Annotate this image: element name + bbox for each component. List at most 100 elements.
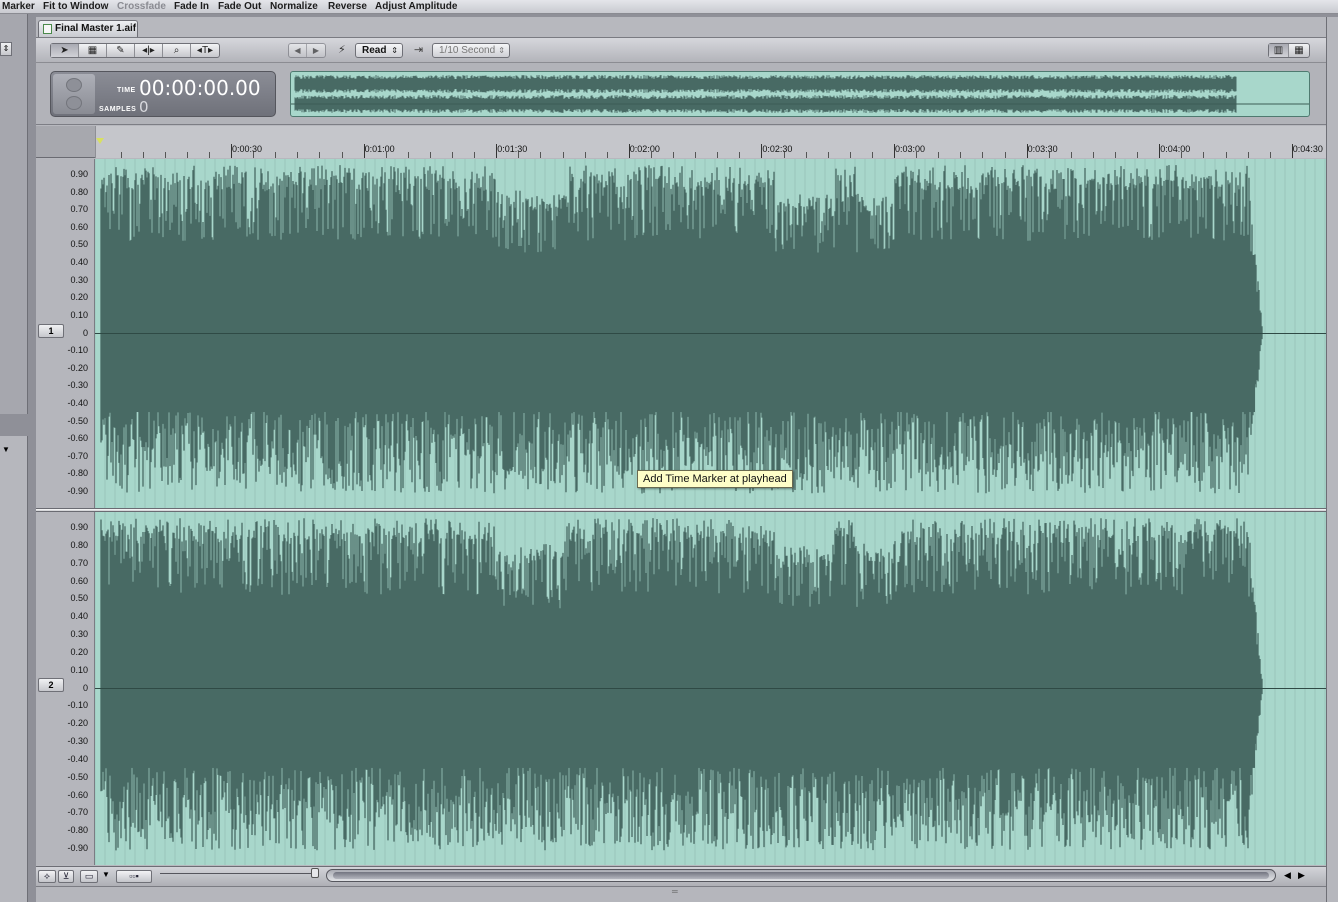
spectrum-view-button[interactable]: ▦ xyxy=(1289,44,1309,57)
zoom-slider[interactable] xyxy=(160,868,319,879)
ruler-menu-icon[interactable]: ▼ xyxy=(102,870,110,879)
amplitude-label: 0.10 xyxy=(70,309,88,320)
automation-mode-popup[interactable]: Read ⇕ xyxy=(355,43,403,58)
automation-icon: ⚡ xyxy=(338,44,346,56)
channel-tool-button[interactable]: ◂T▸ xyxy=(191,44,219,57)
action-bar: Marker Fit to Window Crossfade Fade In F… xyxy=(0,0,1338,14)
waveform-view-button[interactable]: ▥ xyxy=(1269,44,1289,57)
scroll-right-icon[interactable]: ▶ xyxy=(1298,870,1305,881)
ruler-minor-tick xyxy=(1092,152,1094,158)
left-panel-disclosure-icon[interactable]: ▼ xyxy=(0,444,12,458)
amplitude-label: -0.90 xyxy=(67,486,88,496)
next-marker-button[interactable]: ▶ xyxy=(307,44,325,57)
add-marker-button[interactable]: ⟡ xyxy=(38,870,56,883)
ruler-minor-tick xyxy=(1247,152,1249,158)
ruler-tick-label: 0:01:30 xyxy=(497,144,528,154)
scroll-left-icon[interactable]: ◀ xyxy=(1284,870,1291,881)
ruler-minor-tick xyxy=(562,152,564,158)
ruler-minor-tick xyxy=(849,152,851,158)
pencil-tool-button[interactable]: ✎ xyxy=(107,44,135,57)
snap-value-popup[interactable]: 1/10 Second ⇕ xyxy=(432,43,510,58)
amplitude-label: 0.90 xyxy=(70,522,88,532)
amplitude-label: -0.80 xyxy=(67,468,88,479)
fade-out-button[interactable]: Fade Out xyxy=(218,0,261,13)
samples-value: 0 xyxy=(139,98,149,116)
reverse-button[interactable]: Reverse xyxy=(328,0,367,13)
amplitude-label: -0.70 xyxy=(67,450,88,461)
ruler-minor-tick xyxy=(208,152,210,158)
ruler-minor-tick xyxy=(982,152,984,158)
ruler-minor-tick xyxy=(1137,152,1139,158)
ruler-minor-tick xyxy=(341,152,343,158)
adjust-amplitude-button[interactable]: Adjust Amplitude xyxy=(375,0,457,13)
record-indicator-icon[interactable] xyxy=(66,96,82,110)
horizontal-scrollbar[interactable] xyxy=(326,869,1276,882)
play-indicator-icon[interactable] xyxy=(66,78,82,92)
timecode-display: TIME 00:00:00.00 SAMPLES 0 xyxy=(50,71,276,117)
ruler-minor-tick xyxy=(960,152,962,158)
popup-arrows-icon: ⇕ xyxy=(498,46,505,55)
ruler-minor-tick xyxy=(452,152,453,158)
left-panel-stepper[interactable]: ⇕ xyxy=(0,42,12,56)
resize-handle-icon[interactable]: ═ xyxy=(672,887,678,896)
amplitude-label: -0.60 xyxy=(67,789,88,800)
crossfade-button[interactable]: Crossfade xyxy=(117,0,166,13)
playhead-marker-icon[interactable] xyxy=(96,138,104,144)
snap-icon: ⇥ xyxy=(414,44,424,56)
document-tab[interactable]: Final Master 1.aif xyxy=(38,20,138,37)
right-edge-panel xyxy=(1326,17,1338,902)
waveform-channel-2[interactable] xyxy=(95,512,1326,865)
ruler-minor-tick xyxy=(385,152,387,158)
fit-to-window-button[interactable]: Fit to Window xyxy=(43,0,108,13)
ruler-minor-tick xyxy=(584,152,586,158)
ruler-minor-tick xyxy=(916,152,918,158)
popup-arrows-icon: ⇕ xyxy=(391,46,398,55)
marker-navigation: ◀ ▶ xyxy=(288,43,326,58)
previous-marker-button[interactable]: ◀ xyxy=(289,44,307,57)
ruler-minor-tick xyxy=(164,152,166,158)
amplitude-label: 0.40 xyxy=(70,257,88,268)
timeline-ruler[interactable]: 0:00:30 0:01:00 0:01:30 0:02:00 0:02:30 0:03:… xyxy=(95,126,1326,158)
snap-icon: ⊻ xyxy=(62,871,70,881)
frequency-select-tool-button[interactable]: ▦ xyxy=(79,44,107,57)
scrub-tool-button[interactable]: ◂|▸ xyxy=(135,44,163,57)
waveform-overview[interactable] xyxy=(290,71,1310,117)
amplitude-label: 0.70 xyxy=(70,204,88,215)
ruler-minor-tick xyxy=(827,152,829,158)
ruler-tick-label: 0:03:00 xyxy=(895,144,926,154)
snap-toggle-button[interactable]: ⊻ xyxy=(58,870,74,883)
amplitude-label: -0.60 xyxy=(67,433,88,444)
ruler-minor-tick xyxy=(673,152,674,158)
select-tool-button[interactable]: ➤ xyxy=(51,44,79,57)
ruler-minor-tick xyxy=(650,152,652,158)
channel-layout-button[interactable]: ▫▫▪ xyxy=(116,870,152,883)
ruler-toggle-button[interactable]: ▭ xyxy=(80,870,98,883)
ruler-minor-tick xyxy=(297,152,299,158)
normalize-button[interactable]: Normalize xyxy=(270,0,318,13)
zoom-tool-button[interactable]: ⌕ xyxy=(163,44,191,57)
footer-bar: ═ xyxy=(36,886,1326,902)
timecode-button-well xyxy=(53,74,95,114)
ruler-minor-tick xyxy=(407,152,409,158)
ruler-minor-tick xyxy=(253,152,255,158)
waveform-channel-1[interactable] xyxy=(95,159,1326,508)
ruler-minor-tick xyxy=(518,152,520,158)
ruler-minor-tick xyxy=(783,152,785,158)
ruler-minor-tick xyxy=(717,152,719,158)
document-tab-label: Final Master 1.aif xyxy=(55,23,137,34)
pencil-icon: ✎ xyxy=(116,45,125,56)
ruler-minor-tick xyxy=(871,152,873,158)
amplitude-label: 0.10 xyxy=(70,664,88,675)
ruler-minor-tick xyxy=(120,152,122,158)
marker-button[interactable]: Marker xyxy=(2,0,35,13)
fade-in-button[interactable]: Fade In xyxy=(174,0,209,13)
channel-selector-icon: ◂T▸ xyxy=(196,45,214,56)
left-panel: ⇕ xyxy=(0,14,28,414)
horizontal-scroll-thumb[interactable] xyxy=(333,872,1269,879)
ruler-minor-tick xyxy=(474,152,476,158)
amplitude-label: 0.70 xyxy=(70,557,88,568)
zoom-slider-knob[interactable] xyxy=(311,868,319,878)
time-label: TIME xyxy=(117,87,136,94)
amplitude-label: -0.90 xyxy=(67,843,88,853)
amplitude-label: -0.30 xyxy=(67,380,88,391)
